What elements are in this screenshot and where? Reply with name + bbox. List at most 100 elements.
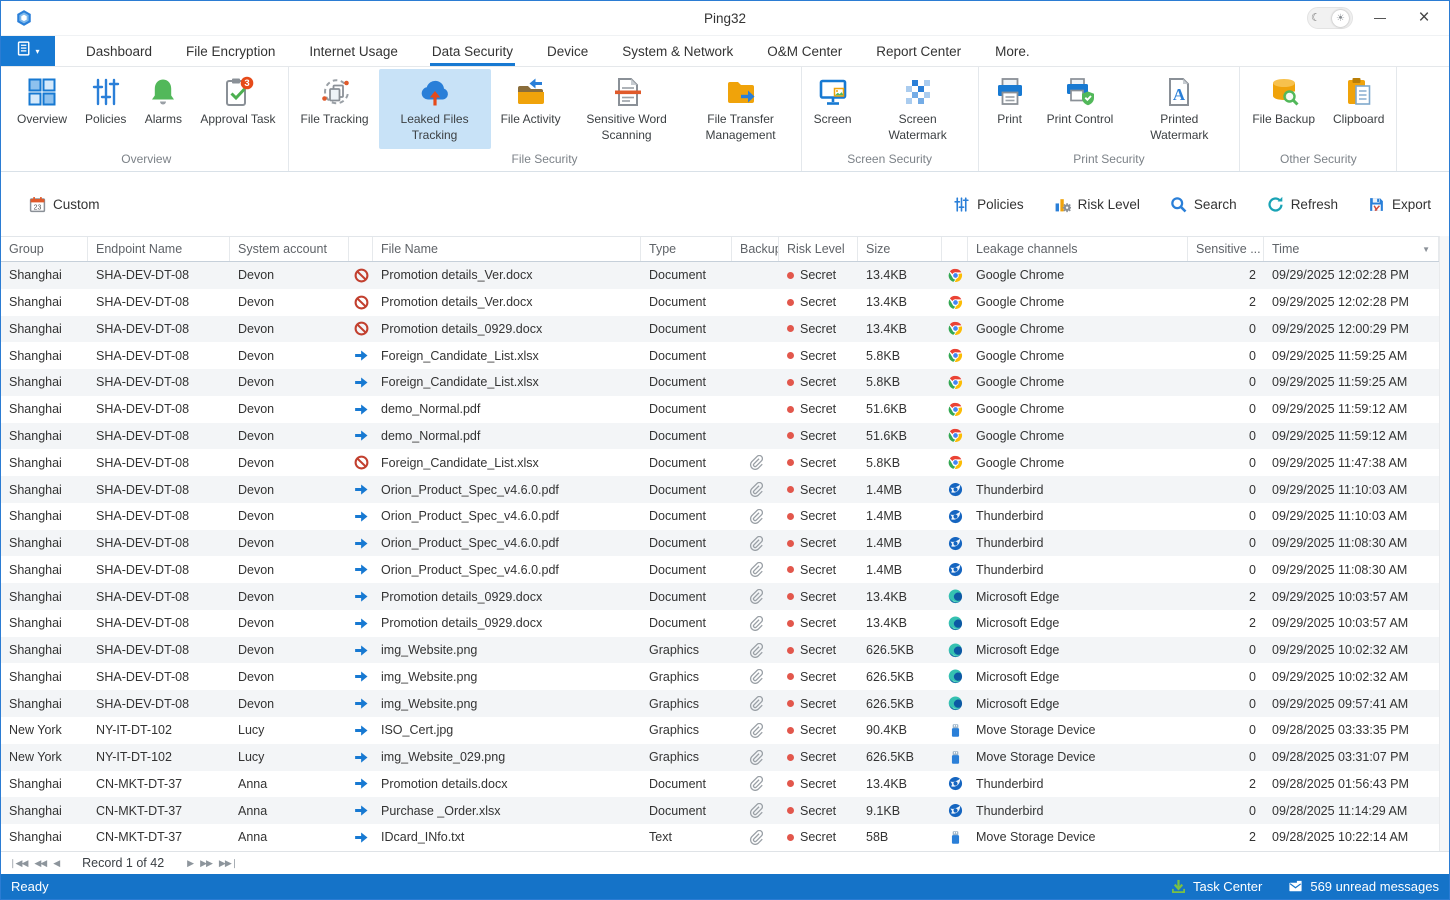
table-row[interactable]: ShanghaiSHA-DEV-DT-08DevonPromotion deta… bbox=[1, 289, 1439, 316]
cell-action-icon bbox=[349, 268, 373, 283]
custom-date-filter-button[interactable]: 23 Custom bbox=[29, 196, 100, 213]
table-row[interactable]: New YorkNY-IT-DT-102Lucyimg_Website_029.… bbox=[1, 744, 1439, 771]
sub-toolbar: 23 Custom Policies Risk Level Search Refres… bbox=[1, 172, 1449, 236]
cell-time: 09/29/2025 10:03:57 AM bbox=[1264, 616, 1439, 630]
ribbon-item-label: Printed Watermark bbox=[1131, 112, 1227, 143]
ribbon-item-printed-watermark[interactable]: APrinted Watermark bbox=[1123, 69, 1235, 149]
table-row[interactable]: ShanghaiCN-MKT-DT-37AnnaPurchase _Order.… bbox=[1, 797, 1439, 824]
ribbon-item-alarms[interactable]: Alarms bbox=[136, 69, 190, 149]
sent-icon bbox=[354, 750, 369, 765]
column-header-group[interactable]: Group bbox=[1, 237, 88, 261]
app-menu-button[interactable]: ▾ bbox=[1, 36, 55, 66]
ribbon-item-screen-watermark[interactable]: Screen Watermark bbox=[862, 69, 974, 149]
cell-type: Document bbox=[641, 536, 732, 550]
table-row[interactable]: ShanghaiSHA-DEV-DT-08DevonOrion_Product_… bbox=[1, 556, 1439, 583]
column-header-risk-level[interactable]: Risk Level bbox=[779, 237, 858, 261]
ribbon-item-file-transfer-management[interactable]: File Transfer Management bbox=[685, 69, 797, 149]
nav-next-button[interactable]: ▶ bbox=[187, 858, 193, 869]
column-header-time[interactable]: Time▼ bbox=[1264, 237, 1439, 261]
column-header-type[interactable]: Type bbox=[641, 237, 732, 261]
ribbon-item-policies[interactable]: Policies bbox=[77, 69, 134, 149]
moon-icon: ☾ bbox=[1311, 13, 1321, 24]
tab-data-security[interactable]: Data Security bbox=[415, 36, 530, 66]
column-header-sensitive[interactable]: Sensitive ... bbox=[1188, 237, 1264, 261]
ribbon-item-file-tracking[interactable]: File Tracking bbox=[293, 69, 377, 149]
cell-risk-level: Secret bbox=[779, 509, 858, 523]
table-row[interactable]: ShanghaiSHA-DEV-DT-08DevonPromotion deta… bbox=[1, 610, 1439, 637]
tab-dashboard[interactable]: Dashboard bbox=[69, 36, 169, 66]
table-row[interactable]: ShanghaiSHA-DEV-DT-08Devonimg_Website.pn… bbox=[1, 690, 1439, 717]
column-header-system-account[interactable]: System account bbox=[230, 237, 349, 261]
minimize-button[interactable] bbox=[1363, 5, 1397, 31]
table-row[interactable]: ShanghaiSHA-DEV-DT-08DevonOrion_Product_… bbox=[1, 503, 1439, 530]
nav-prev-page-button[interactable]: ◀◀ bbox=[34, 858, 46, 869]
task-center-button[interactable]: Task Center bbox=[1171, 879, 1262, 894]
ribbon-item-print-control[interactable]: Print Control bbox=[1039, 69, 1122, 149]
table-row[interactable]: ShanghaiSHA-DEV-DT-08Devondemo_Normal.pd… bbox=[1, 423, 1439, 450]
risk-level-button[interactable]: Risk Level bbox=[1054, 196, 1140, 213]
table-row[interactable]: ShanghaiCN-MKT-DT-37AnnaPromotion detail… bbox=[1, 771, 1439, 798]
search-button[interactable]: Search bbox=[1170, 196, 1237, 213]
tab-more[interactable]: More. bbox=[978, 36, 1047, 66]
tab-system-network[interactable]: System & Network bbox=[605, 36, 750, 66]
ribbon-item-sensitive-word-scanning[interactable]: Sensitive Word Scanning bbox=[571, 69, 683, 149]
table-row[interactable]: ShanghaiSHA-DEV-DT-08Devonimg_Website.pn… bbox=[1, 637, 1439, 664]
table-row[interactable]: ShanghaiSHA-DEV-DT-08Devonimg_Website.pn… bbox=[1, 663, 1439, 690]
table-row[interactable]: ShanghaiSHA-DEV-DT-08Devondemo_Normal.pd… bbox=[1, 396, 1439, 423]
sort-indicator-icon[interactable]: ▼ bbox=[1422, 245, 1430, 254]
column-header-leakage-channels[interactable]: Leakage channels bbox=[968, 237, 1188, 261]
table-row[interactable]: ShanghaiSHA-DEV-DT-08DevonPromotion deta… bbox=[1, 316, 1439, 343]
app-window: Ping32 ☾ ☀ × ▾ DashboardFile EncryptionI… bbox=[0, 0, 1450, 900]
column-header-backup[interactable]: Backup bbox=[732, 237, 779, 261]
nav-next-page-button[interactable]: ▶▶ bbox=[200, 858, 212, 869]
nav-prev-button[interactable]: ◀ bbox=[53, 858, 59, 869]
table-row[interactable]: ShanghaiSHA-DEV-DT-08DevonForeign_Candid… bbox=[1, 369, 1439, 396]
table-row[interactable]: New YorkNY-IT-DT-102LucyISO_Cert.jpgGrap… bbox=[1, 717, 1439, 744]
cell-size: 5.8KB bbox=[858, 375, 942, 389]
export-button[interactable]: Export bbox=[1368, 196, 1431, 213]
cell-leakage-channel: Google Chrome bbox=[968, 295, 1188, 309]
risk-dot bbox=[787, 513, 794, 520]
table-row[interactable]: ShanghaiSHA-DEV-DT-08DevonPromotion deta… bbox=[1, 262, 1439, 289]
ribbon-item-screen[interactable]: Screen bbox=[806, 69, 860, 149]
close-button[interactable]: × bbox=[1407, 5, 1441, 31]
table-row[interactable]: ShanghaiSHA-DEV-DT-08DevonPromotion deta… bbox=[1, 583, 1439, 610]
ribbon-item-file-backup[interactable]: File Backup bbox=[1244, 69, 1323, 149]
print-icon bbox=[994, 76, 1026, 108]
theme-toggle[interactable]: ☾ ☀ bbox=[1307, 7, 1353, 29]
button-label: Policies bbox=[977, 197, 1024, 212]
column-header-spacer[interactable] bbox=[349, 237, 373, 261]
table-row[interactable]: ShanghaiSHA-DEV-DT-08DevonOrion_Product_… bbox=[1, 476, 1439, 503]
cell-group: Shanghai bbox=[1, 804, 88, 818]
tab-report-center[interactable]: Report Center bbox=[859, 36, 978, 66]
tab-device[interactable]: Device bbox=[530, 36, 605, 66]
table-row[interactable]: ShanghaiSHA-DEV-DT-08DevonForeign_Candid… bbox=[1, 342, 1439, 369]
nav-first-button[interactable]: ❘◀◀ bbox=[9, 858, 27, 869]
ribbon-item-leaked-files-tracking[interactable]: Leaked Files Tracking bbox=[379, 69, 491, 149]
ribbon-item-overview[interactable]: Overview bbox=[9, 69, 75, 149]
tab-internet-usage[interactable]: Internet Usage bbox=[292, 36, 415, 66]
column-header-size[interactable]: Size bbox=[858, 237, 942, 261]
cell-action-icon bbox=[349, 321, 373, 336]
table-row[interactable]: ShanghaiSHA-DEV-DT-08DevonOrion_Product_… bbox=[1, 530, 1439, 557]
cell-time: 09/29/2025 10:03:57 AM bbox=[1264, 590, 1439, 604]
column-header-file-name[interactable]: File Name bbox=[373, 237, 641, 261]
cell-file-name: Promotion details_Ver.docx bbox=[373, 295, 641, 309]
column-header-spacer[interactable] bbox=[942, 237, 968, 261]
tab-file-encryption[interactable]: File Encryption bbox=[169, 36, 292, 66]
nav-last-button[interactable]: ▶▶❘ bbox=[219, 858, 237, 869]
ribbon-item-approval-task[interactable]: 3Approval Task bbox=[192, 69, 283, 149]
column-header-endpoint-name[interactable]: Endpoint Name bbox=[88, 237, 230, 261]
vertical-scrollbar[interactable] bbox=[1439, 236, 1449, 851]
cell-leakage-channel: Thunderbird bbox=[968, 804, 1188, 818]
table-row[interactable]: ShanghaiSHA-DEV-DT-08DevonForeign_Candid… bbox=[1, 449, 1439, 476]
tab-o-m-center[interactable]: O&M Center bbox=[750, 36, 859, 66]
unread-messages-button[interactable]: 569 unread messages bbox=[1288, 879, 1439, 894]
ribbon-item-clipboard[interactable]: Clipboard bbox=[1325, 69, 1392, 149]
refresh-button[interactable]: Refresh bbox=[1267, 196, 1338, 213]
ribbon-item-print[interactable]: Print bbox=[983, 69, 1037, 149]
ribbon-item-file-activity[interactable]: File Activity bbox=[493, 69, 569, 149]
table-row[interactable]: ShanghaiCN-MKT-DT-37AnnaIDcard_INfo.txtT… bbox=[1, 824, 1439, 851]
cell-system-account: Devon bbox=[230, 670, 349, 684]
policies-button[interactable]: Policies bbox=[953, 196, 1024, 213]
